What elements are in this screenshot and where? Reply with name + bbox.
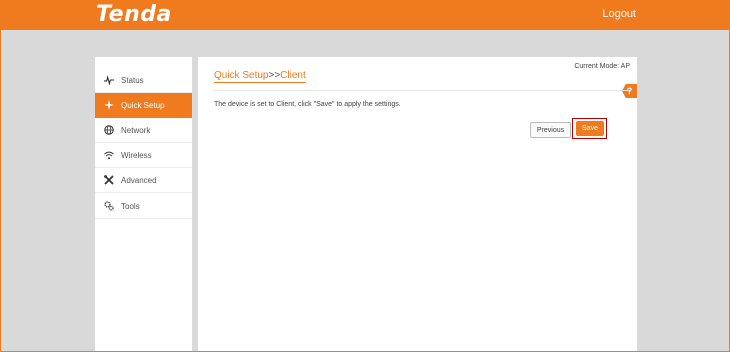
sidebar-item-tools[interactable]: Tools xyxy=(95,194,192,219)
breadcrumb-client: Client xyxy=(280,70,306,81)
breadcrumb: Quick Setup>>Client xyxy=(214,70,306,83)
sidebar-item-label: Network xyxy=(121,125,151,135)
status-icon xyxy=(104,75,114,85)
help-icon[interactable]: ? xyxy=(622,84,637,98)
tools-cross-icon xyxy=(104,175,114,185)
divider xyxy=(214,90,631,91)
sidebar-item-quick-setup[interactable]: Quick Setup xyxy=(95,93,192,118)
sidebar-item-label: Wireless xyxy=(121,150,152,160)
sidebar-item-label: Tools xyxy=(121,201,140,211)
sidebar-item-label: Quick Setup xyxy=(121,100,165,110)
sidebar-item-label: Status xyxy=(121,75,144,85)
sidebar-item-wireless[interactable]: Wireless xyxy=(95,143,192,168)
current-mode: Current Mode: AP xyxy=(574,63,630,70)
main-panel: Current Mode: AP Quick Setup>>Client ? T… xyxy=(198,57,637,352)
top-bar: Tenda Logout xyxy=(0,0,730,30)
breadcrumb-separator: >> xyxy=(268,70,281,81)
sidebar-item-label: Advanced xyxy=(121,175,157,185)
wifi-icon xyxy=(104,150,114,160)
globe-icon xyxy=(104,125,114,135)
sidebar-item-network[interactable]: Network xyxy=(95,118,192,143)
save-button[interactable]: Save xyxy=(576,121,604,136)
gears-icon xyxy=(104,201,114,211)
sidebar-item-status[interactable]: Status xyxy=(95,68,192,93)
info-message: The device is set to Client, click "Save… xyxy=(214,101,401,108)
sidebar-item-advanced[interactable]: Advanced xyxy=(95,168,192,193)
brand-logo: Tenda xyxy=(96,2,172,27)
breadcrumb-quick-setup[interactable]: Quick Setup xyxy=(214,70,268,81)
quick-setup-icon xyxy=(104,100,114,110)
previous-button[interactable]: Previous xyxy=(530,122,571,138)
logout-link[interactable]: Logout xyxy=(602,8,636,20)
sidebar: Status Quick Setup Network Wireless Adva… xyxy=(95,57,192,352)
